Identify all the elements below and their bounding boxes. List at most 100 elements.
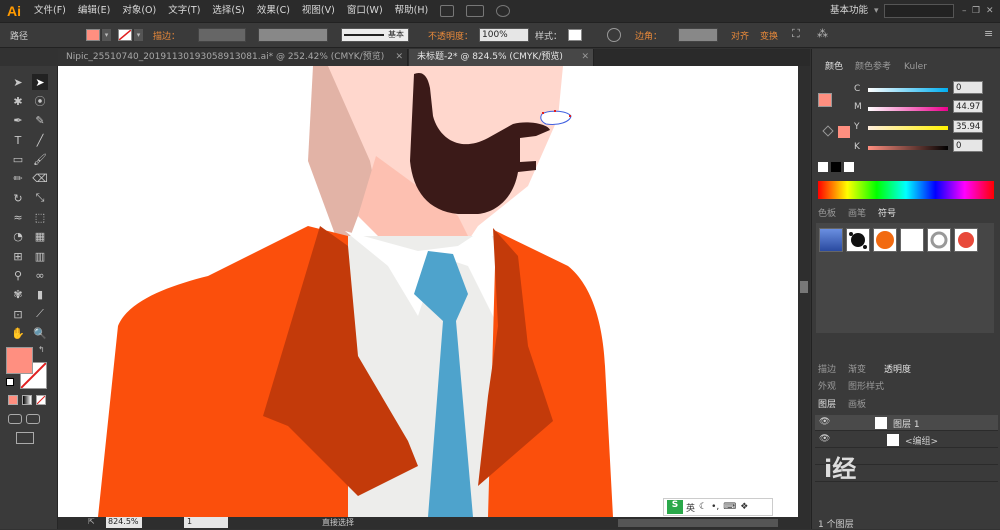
panel-menu-icon[interactable]: ≡ bbox=[984, 27, 993, 40]
bridge-icon[interactable] bbox=[440, 5, 455, 17]
menu-edit[interactable]: 编辑(E) bbox=[72, 0, 116, 22]
horizontal-scrollbar[interactable] bbox=[618, 519, 778, 527]
minimize-icon[interactable]: – bbox=[962, 6, 972, 16]
scale-tool-icon[interactable]: ⤡ bbox=[32, 190, 48, 206]
tab-graphic-styles[interactable]: 图形样式 bbox=[848, 380, 884, 394]
restore-icon[interactable]: ❐ bbox=[972, 6, 986, 16]
swap-colors-icon[interactable]: ↰ bbox=[38, 345, 45, 354]
symbol-flower[interactable] bbox=[954, 228, 978, 252]
stroke-label[interactable]: 描边： bbox=[153, 29, 180, 42]
black-swatch[interactable] bbox=[831, 162, 841, 172]
selection-tool-icon[interactable]: ➤ bbox=[10, 74, 26, 90]
anchor-point[interactable] bbox=[554, 110, 556, 112]
tab-color-guide[interactable]: 颜色参考 bbox=[855, 60, 891, 74]
default-colors-icon[interactable] bbox=[6, 378, 14, 386]
tab-kuler[interactable]: Kuler bbox=[904, 60, 927, 74]
lasso-icon[interactable]: ⦿ bbox=[32, 93, 48, 109]
close-icon[interactable]: ✕ bbox=[395, 49, 403, 66]
scroll-thumb[interactable] bbox=[800, 281, 808, 293]
tab-gradient[interactable]: 渐变 bbox=[848, 363, 866, 377]
none-mode-icon[interactable] bbox=[36, 395, 46, 405]
gradient-tool-icon[interactable]: ▥ bbox=[32, 248, 48, 264]
tab-swatches[interactable]: 色板 bbox=[818, 207, 836, 221]
opacity-field[interactable]: 100% bbox=[479, 28, 529, 42]
tab-appearance[interactable]: 外观 bbox=[818, 380, 836, 394]
slider-c[interactable] bbox=[868, 88, 948, 92]
zoom-tool-icon[interactable]: 🔍 bbox=[32, 325, 48, 341]
sogou-icon[interactable]: S bbox=[667, 500, 683, 514]
visibility-eye-icon[interactable]: 👁 bbox=[819, 417, 830, 427]
fill-dropdown[interactable]: ▾ bbox=[101, 29, 111, 41]
screen-mode-icon[interactable] bbox=[16, 432, 34, 444]
arrange-documents-icon[interactable] bbox=[466, 5, 485, 17]
slider-k[interactable] bbox=[868, 146, 948, 150]
curvature-tool-icon[interactable]: ✎ bbox=[32, 112, 48, 128]
vertical-scrollbar[interactable] bbox=[798, 66, 810, 517]
menu-file[interactable]: 文件(F) bbox=[28, 0, 72, 22]
selected-nose-path[interactable] bbox=[540, 110, 572, 125]
menu-window[interactable]: 窗口(W) bbox=[341, 0, 389, 22]
select-similar-icon[interactable]: ⁂ bbox=[817, 27, 828, 40]
eraser-icon[interactable]: ⌫ bbox=[32, 170, 48, 186]
closest-color-swatch[interactable] bbox=[838, 126, 850, 138]
tab-layers[interactable]: 图层 bbox=[818, 398, 836, 412]
draw-normal-icon[interactable] bbox=[8, 414, 22, 424]
none-swatch[interactable] bbox=[818, 162, 828, 172]
mesh-tool-icon[interactable]: ⊞ bbox=[10, 248, 26, 264]
menu-type[interactable]: 文字(T) bbox=[162, 0, 206, 22]
keyboard-icon[interactable]: ⌨ bbox=[723, 502, 736, 512]
hand-tool-icon[interactable]: ✋ bbox=[10, 325, 26, 341]
stroke-weight-field[interactable] bbox=[198, 28, 246, 42]
rotate-tool-icon[interactable]: ↻ bbox=[10, 190, 26, 206]
perspective-grid-icon[interactable]: ▦ bbox=[32, 228, 48, 244]
field-k[interactable]: 0 bbox=[953, 139, 983, 152]
layer-name[interactable]: 图层 1 bbox=[893, 417, 920, 430]
isolate-icon[interactable]: ⛶ bbox=[792, 27, 800, 41]
artboard-canvas[interactable]: S 英 ☾ •, ⌨ ❖ bbox=[58, 66, 798, 517]
slice-tool-icon[interactable]: ⟋ bbox=[32, 306, 48, 322]
pencil-icon[interactable]: ✏ bbox=[10, 170, 26, 186]
punctuation-icon[interactable]: •, bbox=[711, 502, 719, 512]
field-y[interactable]: 35.94 bbox=[953, 120, 983, 133]
transform-link[interactable]: 变换 bbox=[760, 29, 778, 42]
menu-view[interactable]: 视图(V) bbox=[296, 0, 341, 22]
magic-wand-icon[interactable]: ✱ bbox=[10, 93, 26, 109]
color-spectrum[interactable] bbox=[818, 181, 994, 199]
sublayer-row[interactable]: 👁 <编组> bbox=[815, 432, 998, 448]
direct-selection-tool-icon[interactable]: ➤ bbox=[32, 74, 48, 90]
symbol-sprayer-icon[interactable]: ✾ bbox=[10, 286, 26, 302]
tab-artboards[interactable]: 画板 bbox=[848, 398, 866, 412]
tab-document-2[interactable]: 未标题-2* @ 824.5% (CMYK/预览) ✕ bbox=[409, 49, 594, 66]
anchor-point[interactable] bbox=[569, 115, 571, 117]
symbol-orange-button[interactable] bbox=[873, 228, 897, 252]
fill-swatch[interactable] bbox=[86, 29, 100, 41]
corner-label[interactable]: 边角： bbox=[635, 29, 662, 42]
moon-icon[interactable]: ☾ bbox=[699, 502, 707, 512]
warp-tool-icon[interactable]: ≈ bbox=[10, 209, 26, 225]
align-link[interactable]: 对齐 bbox=[731, 29, 749, 42]
share-icon[interactable]: ⇱ bbox=[88, 517, 95, 526]
close-icon[interactable]: ✕ bbox=[581, 49, 589, 66]
type-tool-icon[interactable]: T bbox=[10, 132, 26, 148]
free-transform-icon[interactable]: ⬚ bbox=[32, 209, 48, 225]
visibility-eye-icon[interactable]: 👁 bbox=[819, 434, 830, 444]
tab-symbols[interactable]: 符号 bbox=[878, 207, 896, 221]
opacity-label[interactable]: 不透明度： bbox=[428, 29, 473, 42]
panel-fill-swatch[interactable] bbox=[818, 93, 832, 107]
tab-document-1[interactable]: Nipic_25510740_20191130193058913081.ai* … bbox=[58, 49, 408, 66]
page-field[interactable]: 1 bbox=[184, 517, 228, 528]
slider-y[interactable] bbox=[868, 126, 948, 130]
menu-select[interactable]: 选择(S) bbox=[206, 0, 250, 22]
anchor-point[interactable] bbox=[542, 112, 544, 114]
shape-builder-icon[interactable]: ◔ bbox=[10, 228, 26, 244]
color-mode-icon[interactable] bbox=[8, 395, 18, 405]
search-input[interactable] bbox=[884, 4, 954, 18]
tab-stroke[interactable]: 描边 bbox=[818, 363, 836, 377]
symbol-ring[interactable] bbox=[927, 228, 951, 252]
field-c[interactable]: 0 bbox=[953, 81, 983, 94]
group-name[interactable]: <编组> bbox=[905, 434, 938, 447]
workspace-switcher[interactable]: 基本功能 bbox=[824, 0, 874, 22]
draw-behind-icon[interactable] bbox=[26, 414, 40, 424]
stroke-dropdown[interactable]: ▾ bbox=[133, 29, 143, 41]
gradient-mode-icon[interactable] bbox=[22, 395, 32, 405]
